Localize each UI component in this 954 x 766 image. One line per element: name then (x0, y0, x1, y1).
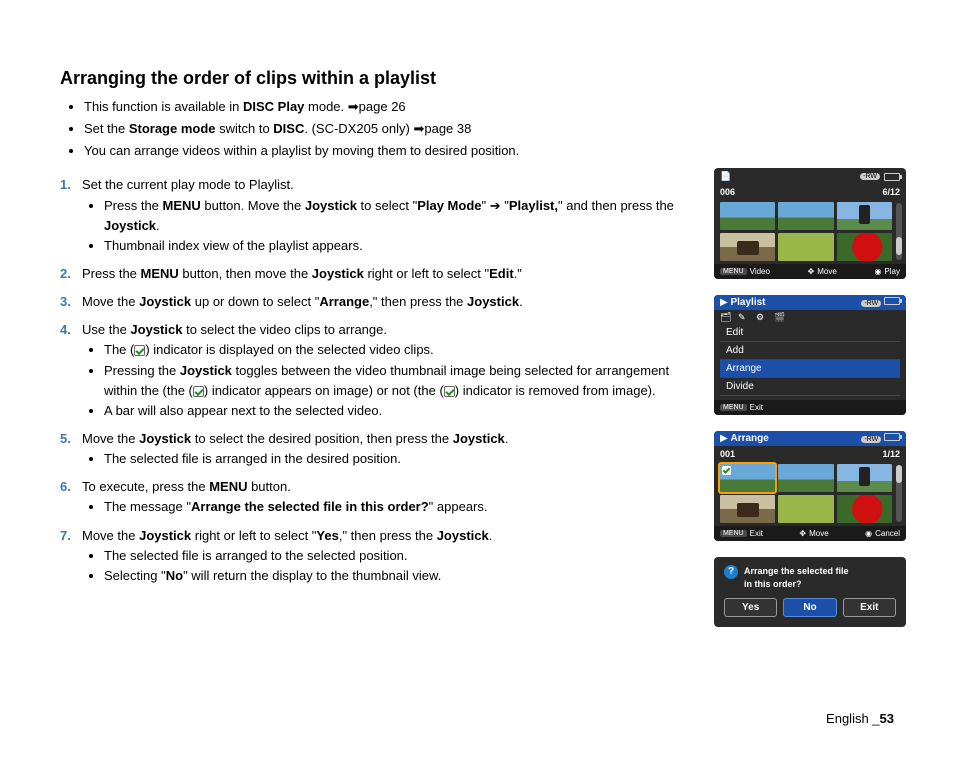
step-number: 6. (60, 477, 71, 497)
step: 1. Set the current play mode to Playlist… (60, 175, 690, 256)
menu-hint-icon: MENU (720, 404, 747, 411)
video-thumbnail (720, 495, 775, 523)
step-number: 1. (60, 175, 71, 195)
intro-item: Set the Storage mode switch to DISC. (SC… (84, 119, 690, 139)
video-thumbnail (837, 202, 892, 230)
step: 3. Move the Joystick up or down to selec… (60, 292, 690, 312)
dialog-message-line: Arrange the selected file (744, 566, 849, 576)
dialog-no-button: No (783, 598, 836, 617)
video-thumbnail (837, 495, 892, 523)
playlist-icon: ▶ (720, 433, 728, 444)
menu-hint-icon: MENU (720, 530, 747, 537)
step: 6. To execute, press the MENU button. Th… (60, 477, 690, 517)
disc-type-badge: -RW (861, 436, 881, 443)
substep: A bar will also appear next to the selec… (104, 401, 690, 421)
video-thumbnail (778, 495, 833, 523)
intro-list: This function is available in DISC Play … (84, 97, 690, 161)
substep: The selected file is arranged to the sel… (104, 546, 690, 566)
menu-item-add: Add (720, 342, 900, 360)
device-screenshot-arrange: ▶ Arrange-RW 0011/12 MENU Exit ✥ Move ◉ … (714, 431, 906, 541)
substep: The () indicator is displayed on the sel… (104, 340, 690, 360)
substep: The message "Arrange the selected file i… (104, 497, 690, 517)
step-number: 4. (60, 320, 71, 340)
video-thumbnail (778, 233, 833, 261)
page-footer: English _53 (826, 711, 894, 726)
thumbnail-scrollbar (896, 203, 902, 260)
device-screenshot-menu: ▶ Playlist -RW 🗂 ✎ ⚙ 🎬 Edit Add Arrange Divi… (714, 295, 906, 415)
clip-total: 6/12 (882, 187, 900, 197)
substep: Pressing the Joystick toggles between th… (104, 361, 690, 401)
video-thumbnail (720, 233, 775, 261)
dialog-message-line: in this order? (744, 579, 802, 589)
menu-title: Playlist (730, 297, 765, 308)
battery-icon (884, 297, 900, 305)
step-number: 3. (60, 292, 71, 312)
substep: The selected file is arranged in the des… (104, 449, 690, 469)
move-hint-icon: ✥ (799, 529, 806, 538)
play-hint-icon: ◉ (874, 267, 881, 276)
checkmark-icon (444, 386, 455, 397)
checkmark-icon (193, 386, 204, 397)
step-number: 7. (60, 526, 71, 546)
cancel-hint-icon: ◉ (865, 529, 872, 538)
clip-index: 001 (720, 449, 735, 459)
move-hint-icon: ✥ (808, 267, 815, 276)
question-icon: ? (724, 565, 738, 579)
clip-total: 1/12 (882, 449, 900, 459)
tab-icon: 🎬 (774, 312, 784, 322)
steps-list: 1. Set the current play mode to Playlist… (60, 175, 690, 586)
disc-type-badge: -RW (860, 173, 880, 180)
intro-item: This function is available in DISC Play … (84, 97, 690, 117)
device-screenshot-confirm: ? Arrange the selected file in this order… (714, 557, 906, 627)
device-screenshot-thumbnails: 📄-RW 0066/12 MENU Video ✥ Move ◉ Play (714, 168, 906, 279)
video-thumbnail-selected (720, 464, 775, 492)
battery-icon (884, 173, 900, 181)
clip-index: 006 (720, 187, 735, 197)
section-heading: Arranging the order of clips within a pl… (60, 68, 690, 89)
tab-icon: 🗂 (720, 312, 730, 322)
step: 4. Use the Joystick to select the video … (60, 320, 690, 421)
step: 7. Move the Joystick right or left to se… (60, 526, 690, 586)
step: 2. Press the MENU button, then move the … (60, 264, 690, 284)
video-thumbnail (778, 202, 833, 230)
checkmark-icon (134, 345, 145, 356)
step: 5. Move the Joystick to select the desir… (60, 429, 690, 469)
substep: Thumbnail index view of the playlist app… (104, 236, 690, 256)
playlist-icon: ▶ (720, 297, 728, 308)
substep: Press the MENU button. Move the Joystick… (104, 196, 690, 236)
step-number: 5. (60, 429, 71, 449)
substep: Selecting "No" will return the display t… (104, 566, 690, 586)
video-thumbnail (778, 464, 833, 492)
video-thumbnail (837, 233, 892, 261)
menu-hint-icon: MENU (720, 268, 747, 275)
menu-item-edit: Edit (720, 324, 900, 342)
menu-item-arrange: Arrange (720, 360, 900, 378)
dialog-exit-button: Exit (843, 598, 896, 617)
dialog-yes-button: Yes (724, 598, 777, 617)
video-thumbnail (720, 202, 775, 230)
intro-item: You can arrange videos within a playlist… (84, 141, 690, 161)
video-thumbnail (837, 464, 892, 492)
tab-icon: ⚙ (756, 312, 766, 322)
battery-icon (884, 433, 900, 441)
tab-icon: ✎ (738, 312, 748, 322)
step-number: 2. (60, 264, 71, 284)
disc-type-badge: -RW (861, 300, 881, 307)
thumbnail-scrollbar (896, 465, 902, 522)
screen-title: Arrange (730, 433, 768, 444)
menu-item-divide: Divide (720, 378, 900, 396)
